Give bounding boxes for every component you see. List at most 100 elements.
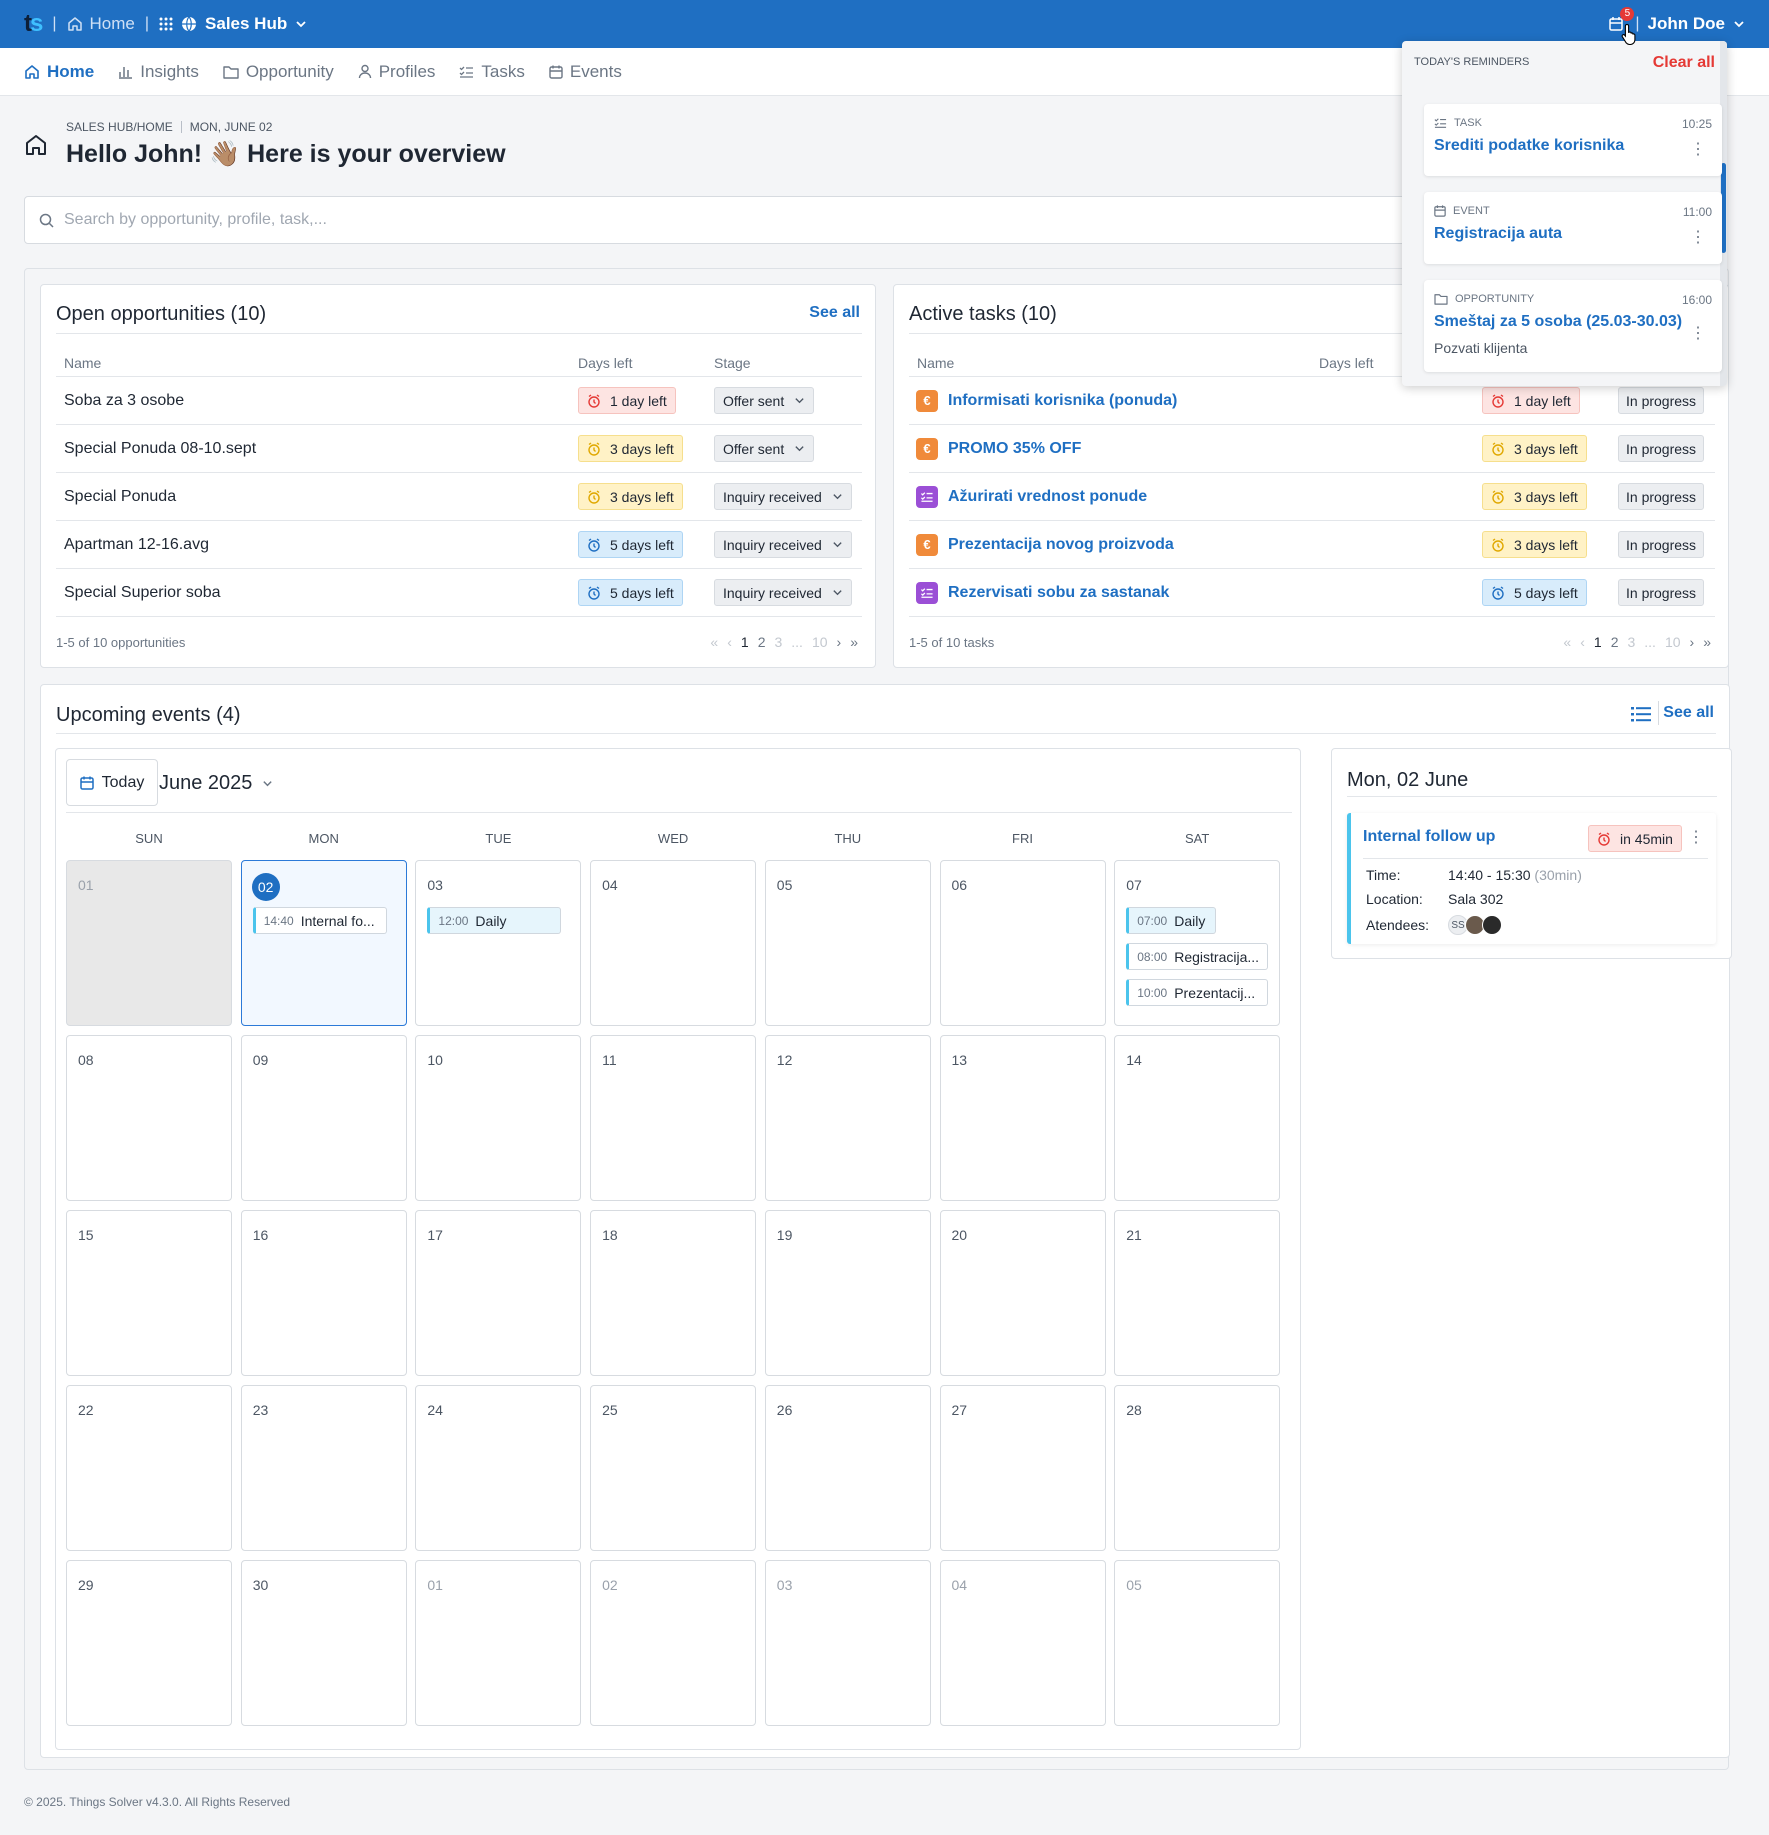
calendar-day-cell[interactable]: 03 <box>764 1560 931 1726</box>
calendar-day-cell[interactable]: 04 <box>939 1560 1106 1726</box>
table-row[interactable]: Soba za 3 osobe 1 day left Offer sent <box>56 377 862 425</box>
table-row[interactable]: Special Ponuda 3 days left Inquiry receive… <box>56 473 862 521</box>
page-number[interactable]: 3 <box>774 634 782 650</box>
apps-grid-icon[interactable] <box>159 17 173 31</box>
calendar-day-cell[interactable]: 23 <box>240 1385 407 1551</box>
table-row[interactable]: Special Superior soba 5 days left Inquiry … <box>56 569 862 617</box>
last-page-icon[interactable]: » <box>850 634 858 650</box>
list-view-icon[interactable] <box>1631 706 1651 722</box>
status-badge[interactable]: In progress <box>1618 483 1705 510</box>
prev-page-icon[interactable]: ‹ <box>727 634 732 650</box>
table-row[interactable]: Rezervisati sobu za sastanak 5 days left I… <box>909 569 1715 617</box>
search-input[interactable]: Search by opportunity, profile, task,... <box>24 196 1464 244</box>
page-number[interactable]: 10 <box>812 634 828 650</box>
home-link[interactable]: Home <box>67 14 135 34</box>
task-link[interactable]: Ažurirati vrednost ponude <box>916 485 1147 508</box>
opportunity-name[interactable]: Special Ponuda 08-10.sept <box>64 440 256 458</box>
event-detail-card[interactable]: Internal follow up in 45min ⋮ Time: 14:4… <box>1347 813 1716 944</box>
task-name[interactable]: Prezentacija novog proizvoda <box>948 536 1174 554</box>
stage-select[interactable]: Offer sent <box>714 387 815 414</box>
calendar-event[interactable]: 10:00 Prezentacij... <box>1126 979 1269 1006</box>
nav-insights[interactable]: Insights <box>118 62 199 82</box>
calendar-day-cell[interactable]: 12 <box>764 1035 931 1201</box>
events-see-all-link[interactable]: See all <box>1663 704 1714 722</box>
status-badge[interactable]: In progress <box>1618 531 1705 558</box>
table-row[interactable]: € PROMO 35% OFF 3 days left In progress <box>909 425 1715 473</box>
calendar-day-cell[interactable]: 26 <box>764 1385 931 1551</box>
reminder-item[interactable]: EVENT 11:00 Registracija auta ⋮ <box>1424 192 1722 264</box>
calendar-day-cell[interactable]: 03 12:00 Daily <box>415 860 582 1026</box>
calendar-day-cell[interactable]: 01 <box>415 1560 582 1726</box>
calendar-day-cell[interactable]: 01 <box>66 860 232 1026</box>
calendar-day-cell[interactable]: 14 <box>1114 1035 1281 1201</box>
month-selector[interactable]: June 2025 <box>159 772 273 795</box>
last-page-icon[interactable]: » <box>1703 634 1711 650</box>
nav-home[interactable]: Home <box>24 62 94 82</box>
opportunity-name[interactable]: Soba za 3 osobe <box>64 392 184 410</box>
page-number[interactable]: 10 <box>1665 634 1681 650</box>
calendar-day-cell[interactable]: 15 <box>66 1210 232 1376</box>
first-page-icon[interactable]: « <box>710 634 718 650</box>
user-menu[interactable]: John Doe <box>1648 14 1745 34</box>
nav-profiles[interactable]: Profiles <box>358 62 435 82</box>
kebab-menu-icon[interactable]: ⋮ <box>1690 227 1706 247</box>
status-badge[interactable]: In progress <box>1618 435 1705 462</box>
nav-events[interactable]: Events <box>549 62 622 82</box>
calendar-event[interactable]: 07:00 Daily <box>1126 907 1217 934</box>
stage-select[interactable]: Inquiry received <box>714 531 852 558</box>
next-page-icon[interactable]: › <box>837 634 842 650</box>
calendar-day-cell[interactable]: 24 <box>415 1385 582 1551</box>
reminder-item[interactable]: TASK 10:25 Srediti podatke korisnika ⋮ <box>1424 104 1722 176</box>
calendar-day-cell[interactable]: 22 <box>66 1385 232 1551</box>
opportunity-name[interactable]: Apartman 12-16.avg <box>64 536 209 554</box>
calendar-event[interactable]: 14:40 Internal fo... <box>252 907 387 934</box>
kebab-menu-icon[interactable]: ⋮ <box>1690 323 1706 343</box>
calendar-day-cell[interactable]: 25 <box>590 1385 757 1551</box>
table-row[interactable]: Special Ponuda 08-10.sept 3 days left Offe… <box>56 425 862 473</box>
opportunity-name[interactable]: Special Superior soba <box>64 584 221 602</box>
calendar-day-cell[interactable]: 21 <box>1114 1210 1281 1376</box>
kebab-menu-icon[interactable]: ⋮ <box>1690 139 1706 159</box>
calendar-day-cell[interactable]: 05 <box>764 860 931 1026</box>
calendar-day-cell[interactable]: 07 07:00 Daily 08:00 Registracija... 10:00 Pre… <box>1114 860 1281 1026</box>
page-number[interactable]: 2 <box>758 634 766 650</box>
app-logo[interactable]: ts <box>24 10 43 38</box>
task-name[interactable]: Informisati korisnika (ponuda) <box>948 392 1177 410</box>
table-row[interactable]: € Prezentacija novog proizvoda 3 days left… <box>909 521 1715 569</box>
task-name[interactable]: PROMO 35% OFF <box>948 440 1081 458</box>
event-detail-title[interactable]: Internal follow up <box>1363 828 1495 846</box>
calendar-day-cell[interactable]: 04 <box>590 860 757 1026</box>
calendar-event[interactable]: 08:00 Registracija... <box>1126 943 1269 970</box>
kebab-menu-icon[interactable]: ⋮ <box>1688 827 1704 847</box>
calendar-day-cell[interactable]: 28 <box>1114 1385 1281 1551</box>
stage-select[interactable]: Offer sent <box>714 435 815 462</box>
reminder-title[interactable]: Registracija auta <box>1434 225 1562 243</box>
page-number[interactable]: 3 <box>1627 634 1635 650</box>
table-row[interactable]: Apartman 12-16.avg 5 days left Inquiry rec… <box>56 521 862 569</box>
calendar-day-cell[interactable]: 09 <box>240 1035 407 1201</box>
table-row[interactable]: Ažurirati vrednost ponude 3 days left In p… <box>909 473 1715 521</box>
clear-all-button[interactable]: Clear all <box>1653 54 1715 72</box>
calendar-day-cell[interactable]: 27 <box>939 1385 1106 1551</box>
calendar-day-cell[interactable]: 13 <box>939 1035 1106 1201</box>
calendar-day-cell[interactable]: 10 <box>415 1035 582 1201</box>
task-name[interactable]: Rezervisati sobu za sastanak <box>948 584 1169 602</box>
calendar-day-cell[interactable]: 02 14:40 Internal fo... <box>240 860 407 1026</box>
task-link[interactable]: Rezervisati sobu za sastanak <box>916 581 1169 604</box>
status-badge[interactable]: In progress <box>1618 387 1705 414</box>
breadcrumb-path[interactable]: SALES HUB/HOME <box>66 120 173 134</box>
calendar-day-cell[interactable]: 20 <box>939 1210 1106 1376</box>
calendar-day-cell[interactable]: 30 <box>240 1560 407 1726</box>
avatar[interactable] <box>1482 915 1502 935</box>
task-link[interactable]: € PROMO 35% OFF <box>916 437 1081 460</box>
task-link[interactable]: € Prezentacija novog proizvoda <box>916 533 1174 556</box>
stage-select[interactable]: Inquiry received <box>714 483 852 510</box>
calendar-day-cell[interactable]: 05 <box>1114 1560 1281 1726</box>
calendar-event[interactable]: 12:00 Daily <box>427 907 562 934</box>
nav-tasks[interactable]: Tasks <box>459 62 525 82</box>
nav-opportunity[interactable]: Opportunity <box>223 62 334 82</box>
task-link[interactable]: € Informisati korisnika (ponuda) <box>916 389 1177 412</box>
calendar-day-cell[interactable]: 11 <box>590 1035 757 1201</box>
prev-page-icon[interactable]: ‹ <box>1580 634 1585 650</box>
calendar-day-cell[interactable]: 08 <box>66 1035 232 1201</box>
